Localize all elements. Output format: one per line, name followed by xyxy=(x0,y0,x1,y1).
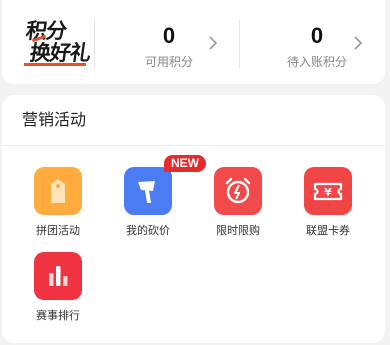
my-bargain-entry[interactable]: NEW 我的砍价 xyxy=(108,155,206,238)
logo-underline xyxy=(24,63,86,66)
group-buy-entry[interactable]: 拼团活动 xyxy=(18,167,98,238)
limited-time-label: 限时限购 xyxy=(216,224,260,237)
available-points-label: 可用积分 xyxy=(144,55,193,69)
points-card: 积分 换好礼 0 可用积分 0 待入账积分 xyxy=(2,0,385,84)
group-buy-label: 拼团活动 xyxy=(36,224,80,237)
marketing-section-title: 营销活动 xyxy=(22,110,87,129)
pending-points-label: 待入账积分 xyxy=(286,55,347,69)
section-divider xyxy=(2,145,385,146)
pending-points-value: 0 xyxy=(310,23,324,48)
alliance-coupon-entry[interactable]: ¥ 联盟卡券 xyxy=(288,167,368,238)
marketing-activities-card: 营销活动 拼团活动 NEW 我的砍价 限时限购 ¥ 联盟卡券 赛事排行 xyxy=(2,95,385,343)
ranking-entry[interactable]: 赛事排行 xyxy=(18,252,98,323)
available-points-value: 0 xyxy=(162,23,176,48)
limited-time-entry[interactable]: 限时限购 xyxy=(198,167,278,238)
logo-text-line2: 换好礼 xyxy=(28,40,92,65)
ranking-label: 赛事排行 xyxy=(36,309,80,322)
divider xyxy=(94,20,95,68)
axe-icon xyxy=(138,181,155,203)
ranking-bars-icon xyxy=(49,266,68,286)
chevron-right-icon xyxy=(354,36,363,50)
svg-text:¥: ¥ xyxy=(324,186,332,199)
alliance-coupon-label: 联盟卡券 xyxy=(306,224,350,237)
points-exchange-logo: 积分 换好礼 xyxy=(24,18,92,68)
coupon-icon: ¥ xyxy=(313,182,343,201)
tag-icon xyxy=(51,179,65,203)
chevron-right-icon xyxy=(209,36,218,50)
alarm-clock-icon xyxy=(225,177,251,204)
my-bargain-label: 我的砍价 xyxy=(126,224,170,237)
divider xyxy=(239,20,240,68)
